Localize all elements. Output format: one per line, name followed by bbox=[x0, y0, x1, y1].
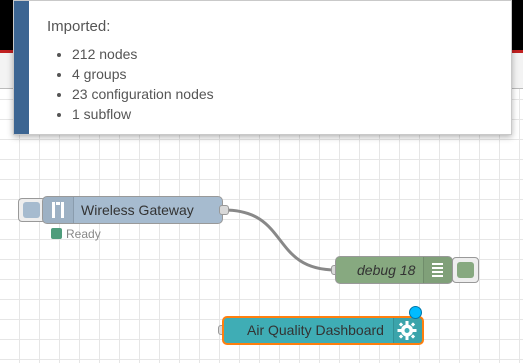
import-summary-list: 212 nodes 4 groups 23 configuration node… bbox=[44, 44, 214, 124]
node-air-quality-dashboard[interactable]: Air Quality Dashboard bbox=[222, 316, 424, 345]
node-label: Air Quality Dashboard bbox=[247, 322, 384, 338]
list-item: 1 subflow bbox=[72, 104, 214, 124]
notification-title: Imported: bbox=[47, 18, 111, 35]
changed-indicator bbox=[409, 306, 422, 319]
import-notification[interactable]: Imported: 212 nodes 4 groups 23 configur… bbox=[13, 0, 512, 135]
status-text: Ready bbox=[66, 227, 101, 241]
node-label: debug 18 bbox=[357, 262, 416, 278]
node-wireless-gateway[interactable]: Wireless Gateway bbox=[42, 196, 223, 224]
notification-accent bbox=[14, 1, 29, 134]
status-indicator bbox=[51, 228, 62, 239]
debug-toggle-button[interactable] bbox=[452, 257, 479, 283]
output-port[interactable] bbox=[219, 205, 229, 215]
gear-icon bbox=[393, 318, 422, 343]
list-icon bbox=[423, 257, 452, 283]
node-debug[interactable]: debug 18 bbox=[335, 256, 453, 284]
bridge-icon bbox=[43, 197, 74, 223]
list-item: 212 nodes bbox=[72, 44, 214, 64]
node-label: Wireless Gateway bbox=[81, 202, 194, 218]
list-item: 4 groups bbox=[72, 64, 214, 84]
list-item: 23 configuration nodes bbox=[72, 84, 214, 104]
